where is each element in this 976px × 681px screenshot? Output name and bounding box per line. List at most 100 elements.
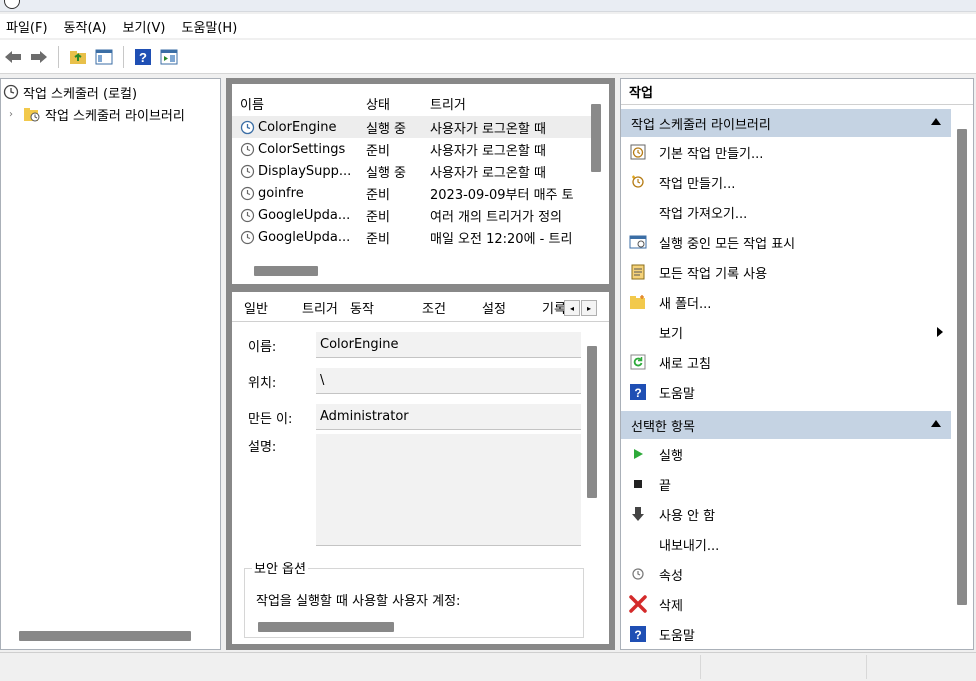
action-export[interactable]: 내보내기... [621, 529, 951, 559]
task-list-vertical-scrollbar[interactable] [591, 104, 601, 172]
section-selected-item[interactable]: 선택한 항목 [621, 411, 951, 439]
action-import-task[interactable]: 작업 가져오기... [621, 197, 951, 227]
console-tree: 작업 스케줄러 (로컬) › 작업 스케줄러 라이브러리 [0, 78, 221, 650]
svg-text:?: ? [139, 50, 147, 65]
task-list-horizontal-scrollbar[interactable] [254, 266, 318, 276]
collapse-icon[interactable] [931, 420, 941, 427]
menu-help[interactable]: 도움말(H) [181, 17, 237, 36]
actions-pane: 작업 작업 스케줄러 라이브러리 기본 작업 만들기... 작업 만들기... … [620, 78, 974, 650]
help-icon: ? [629, 625, 647, 643]
task-clock-icon [240, 142, 255, 156]
task-trigger: 매일 오전 12:20에 - 트리 [430, 231, 573, 247]
action-run[interactable]: 실행 [621, 439, 951, 469]
folder-up-icon [70, 50, 86, 64]
section-library-label: 작업 스케줄러 라이브러리 [631, 117, 771, 133]
table-row[interactable]: ColorSettings 준비 사용자가 로그온할 때 [232, 138, 592, 160]
action-view[interactable]: 보기 [621, 317, 951, 347]
menu-view[interactable]: 보기(V) [123, 17, 166, 36]
menu-bar: 파일(F) 동작(A) 보기(V) 도움말(H) [0, 14, 976, 38]
description-field[interactable] [316, 434, 581, 546]
menu-action[interactable]: 동작(A) [64, 17, 107, 36]
action-refresh[interactable]: 새로 고침 [621, 347, 951, 377]
action-enable-history[interactable]: 모든 작업 기록 사용 [621, 257, 951, 287]
clock-icon [3, 84, 19, 100]
status-divider [700, 655, 701, 679]
back-button[interactable] [2, 46, 24, 68]
tab-general[interactable]: 일반 [244, 298, 268, 317]
app-clock-icon [4, 0, 20, 9]
console-tree-button[interactable] [93, 46, 115, 68]
toolbar: ? [0, 40, 976, 74]
folder-icon [629, 293, 647, 311]
tree-root[interactable]: 작업 스케줄러 (로컬) [1, 81, 220, 103]
table-row[interactable]: ColorEngine 실행 중 사용자가 로그온할 때 [232, 116, 592, 138]
action-delete[interactable]: 삭제 [621, 589, 951, 619]
name-label: 이름: [248, 340, 277, 355]
refresh-icon [629, 353, 647, 371]
tab-conditions[interactable]: 조건 [422, 298, 446, 317]
actions-vertical-scrollbar[interactable] [957, 129, 967, 605]
action-help[interactable]: ? 도움말 [621, 377, 951, 407]
tab-actions[interactable]: 동작 [350, 298, 374, 317]
forward-button[interactable] [28, 46, 50, 68]
tree-root-label: 작업 스케줄러 (로컬) [23, 86, 138, 102]
section-library[interactable]: 작업 스케줄러 라이브러리 [621, 109, 951, 137]
submenu-arrow-icon [937, 327, 943, 337]
action-create-task[interactable]: 작업 만들기... [621, 167, 951, 197]
column-header-trigger[interactable]: 트리거 [430, 94, 466, 113]
column-header-status[interactable]: 상태 [366, 94, 390, 113]
tab-history[interactable]: 기록 [542, 298, 564, 317]
details-vertical-scrollbar[interactable] [587, 346, 597, 498]
action-new-folder[interactable]: 새 폴더... [621, 287, 951, 317]
table-row[interactable]: GoogleUpda... 준비 매일 오전 12:20에 - 트리 [232, 226, 592, 248]
run-icon [629, 445, 647, 463]
task-details: 일반 트리거 동작 조건 설정 기록 ◂ ▸ 이름: ColorEngine 위… [232, 292, 609, 644]
name-field[interactable]: ColorEngine [316, 332, 581, 358]
table-row[interactable]: goinfre 준비 2023-09-09부터 매주 토 [232, 182, 592, 204]
tab-scroll-left-icon[interactable]: ◂ [564, 300, 580, 316]
task-status: 준비 [366, 187, 390, 203]
author-label: 만든 이: [248, 412, 293, 427]
column-header-name[interactable]: 이름 [240, 94, 264, 113]
center-pane: 이름 상태 트리거 ColorEngine 실행 중 사용자가 로그온할 때 C… [226, 78, 615, 650]
action-create-basic-task[interactable]: 기본 작업 만들기... [621, 137, 951, 167]
tree-item-library[interactable]: › 작업 스케줄러 라이브러리 [1, 103, 220, 125]
tab-scroll-right-icon[interactable]: ▸ [581, 300, 597, 316]
expand-chevron-icon[interactable]: › [9, 109, 19, 120]
up-folder-button[interactable] [67, 46, 89, 68]
table-row[interactable]: GoogleUpda... 준비 여러 개의 트리거가 정의 [232, 204, 592, 226]
author-field[interactable]: Administrator [316, 404, 581, 430]
task-clock-icon [240, 120, 255, 134]
delete-icon [629, 595, 647, 613]
tab-triggers[interactable]: 트리거 [302, 298, 338, 317]
task-status: 실행 중 [366, 121, 407, 137]
collapse-icon[interactable] [931, 118, 941, 125]
section-selected-item-label: 선택한 항목 [631, 419, 695, 435]
disable-icon [629, 505, 647, 523]
action-help-selected[interactable]: ? 도움말 [621, 619, 951, 649]
end-icon [629, 475, 647, 493]
action-properties[interactable]: 속성 [621, 559, 951, 589]
action-end[interactable]: 끝 [621, 469, 951, 499]
basic-task-icon [629, 143, 647, 161]
help-button[interactable]: ? [132, 46, 154, 68]
action-pane-icon [160, 49, 178, 64]
location-field[interactable]: \ [316, 368, 581, 394]
forward-arrow-icon [31, 50, 47, 63]
task-trigger: 사용자가 로그온할 때 [430, 143, 546, 159]
task-name: DisplaySupp... [258, 163, 352, 179]
action-disable[interactable]: 사용 안 함 [621, 499, 951, 529]
action-pane-button[interactable] [158, 46, 180, 68]
create-task-icon [629, 173, 647, 191]
console-tree-icon [95, 49, 113, 64]
actions-header: 작업 [621, 79, 973, 105]
tree-horizontal-scrollbar[interactable] [19, 631, 191, 641]
details-tabs: 일반 트리거 동작 조건 설정 기록 ◂ ▸ [232, 292, 609, 322]
tab-settings[interactable]: 설정 [482, 298, 506, 317]
properties-icon [629, 565, 647, 583]
task-trigger: 2023-09-09부터 매주 토 [430, 187, 574, 203]
action-show-running-tasks[interactable]: 실행 중인 모든 작업 표시 [621, 227, 951, 257]
details-horizontal-scrollbar[interactable] [258, 622, 394, 632]
menu-file[interactable]: 파일(F) [6, 17, 48, 36]
table-row[interactable]: DisplaySupp... 실행 중 사용자가 로그온할 때 [232, 160, 592, 182]
